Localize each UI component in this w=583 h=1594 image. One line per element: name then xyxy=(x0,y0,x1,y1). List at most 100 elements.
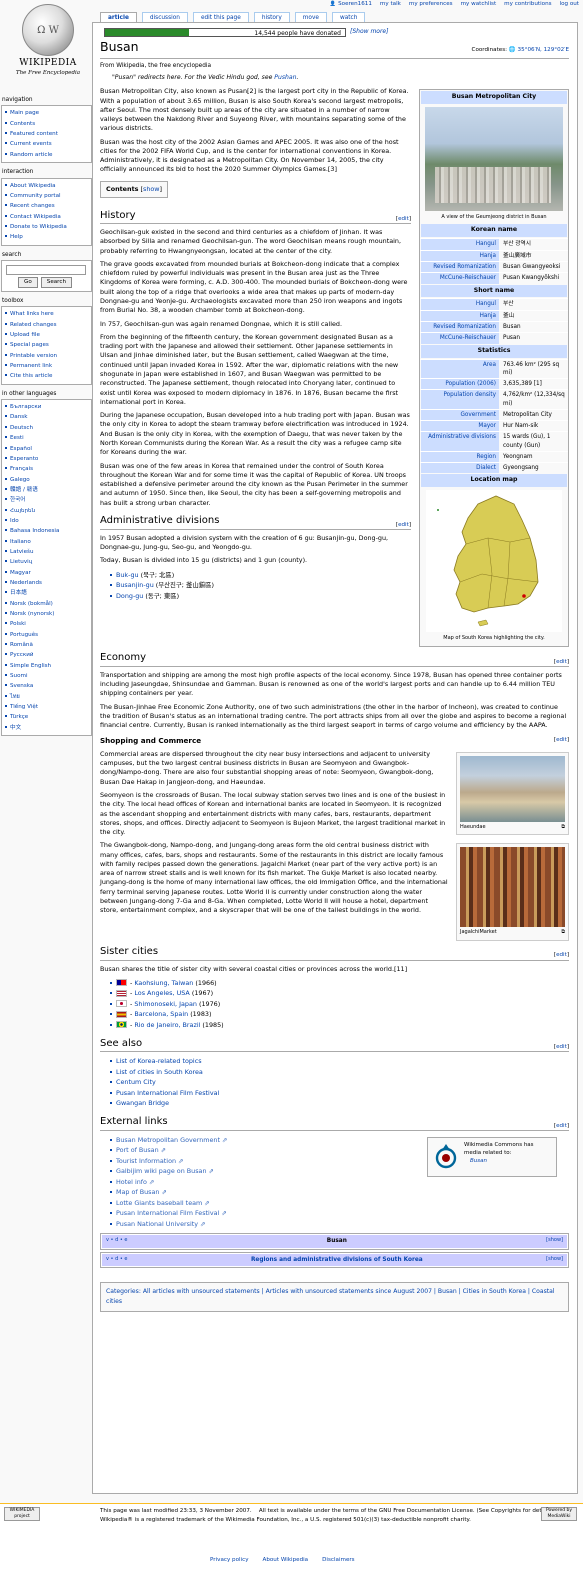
sidebar-item[interactable]: Contact Wikipedia xyxy=(5,212,88,222)
infobox-key[interactable]: Revised Romanization xyxy=(421,261,499,273)
sidebar-item[interactable]: Deutsch xyxy=(5,423,88,433)
sidebar-item[interactable]: Donate to Wikipedia xyxy=(5,222,88,232)
haeundae-thumbnail[interactable]: Haeundae ⧉ xyxy=(456,751,569,836)
external-link[interactable]: Port of Busan xyxy=(116,1146,159,1154)
sidebar-item[interactable]: Suomi xyxy=(5,671,88,681)
sidebar-item[interactable]: Upload file xyxy=(5,330,88,340)
sidebar-item[interactable]: Latviešu xyxy=(5,547,88,557)
sidebar-item[interactable]: Recent changes xyxy=(5,201,88,211)
city-photo[interactable] xyxy=(425,107,563,212)
sidebar-item[interactable]: Русский xyxy=(5,650,88,660)
sidebar-item[interactable]: Svenska xyxy=(5,681,88,691)
wikipedia-logo[interactable]: Ω W WIKIPEDIA The Free Encyclopedia xyxy=(3,2,93,90)
infobox-key[interactable]: McCune-Reischauer xyxy=(421,273,499,284)
infobox-key[interactable]: Population density xyxy=(421,390,499,409)
sidebar-item[interactable]: Türkçe xyxy=(5,712,88,722)
edit-section-link[interactable]: edit xyxy=(554,736,569,746)
sidebar-item[interactable]: Bahasa Indonesia xyxy=(5,526,88,536)
sidebar-item[interactable]: Cite this article xyxy=(5,371,88,381)
see-also-link[interactable]: List of cities in South Korea xyxy=(116,1068,203,1076)
edit-section-link[interactable]: edit xyxy=(554,1122,569,1130)
infobox-key[interactable]: Hangul xyxy=(421,299,499,310)
wikimedia-project-badge[interactable]: WIKIMEDIA project xyxy=(4,1507,40,1521)
sidebar-item[interactable]: 中文 xyxy=(5,723,88,733)
disclaimers-link[interactable]: Disclaimers xyxy=(322,1556,355,1564)
external-link[interactable]: Hotel info xyxy=(116,1178,147,1186)
magnify-icon[interactable]: ⧉ xyxy=(561,929,565,936)
sidebar-item[interactable]: 한국어 xyxy=(5,495,88,505)
district-link[interactable]: Dong-gu xyxy=(116,592,143,600)
jagalchi-photo[interactable] xyxy=(460,847,565,928)
go-button[interactable]: Go xyxy=(18,276,38,288)
see-also-link[interactable]: Gwangan Bridge xyxy=(116,1099,169,1107)
navbox-vde-links[interactable]: v • d • e xyxy=(106,1237,127,1245)
show-more-link[interactable]: [Show more] xyxy=(350,28,388,37)
infobox-key[interactable]: Region xyxy=(421,451,499,463)
city-link[interactable]: Los Angeles, USA xyxy=(134,989,189,997)
sidebar-item[interactable]: Norsk (nynorsk) xyxy=(5,609,88,619)
infobox-key[interactable]: Dialect xyxy=(421,463,499,474)
pushan-link[interactable]: Pushan xyxy=(274,74,296,81)
sidebar-item[interactable]: Help xyxy=(5,232,88,242)
infobox-key[interactable]: Mayor xyxy=(421,421,499,432)
infobox-key[interactable]: Hanja xyxy=(421,310,499,322)
navbox-vde-links[interactable]: v • d • e xyxy=(106,1256,127,1264)
see-also-link[interactable]: Centum City xyxy=(116,1078,156,1086)
sidebar-item[interactable]: Հայերեն xyxy=(5,506,88,516)
sidebar-item[interactable]: Random article xyxy=(5,150,88,160)
search-button[interactable]: Search xyxy=(40,276,72,288)
navbox-title[interactable]: Regions and administrative divisions of … xyxy=(251,1256,423,1264)
sidebar-item[interactable]: Lietuvių xyxy=(5,557,88,567)
category-links[interactable]: Categories: All articles with unsourced … xyxy=(100,1282,569,1312)
edit-section-link[interactable]: edit xyxy=(554,658,569,666)
edit-section-link[interactable]: edit xyxy=(554,951,569,959)
sidebar-item[interactable]: Simple English xyxy=(5,661,88,671)
edit-section-link[interactable]: edit xyxy=(554,1043,569,1051)
sidebar-item[interactable]: What links here xyxy=(5,309,88,319)
sidebar-item[interactable]: Norsk (bokmål) xyxy=(5,599,88,609)
infobox-key[interactable]: McCune-Reischauer xyxy=(421,333,499,344)
district-link[interactable]: Buk-gu xyxy=(116,571,139,579)
sidebar-item[interactable]: ไทย xyxy=(5,692,88,702)
city-link[interactable]: Rio de Janeiro, Brazil xyxy=(134,1021,200,1029)
infobox-key[interactable]: Administrative divisions xyxy=(421,432,499,451)
my-watchlist-link[interactable]: my watchlist xyxy=(461,0,497,9)
sidebar-item[interactable]: Ido xyxy=(5,516,88,526)
sidebar-item[interactable]: Special pages xyxy=(5,340,88,350)
sidebar-item[interactable]: Esperanto xyxy=(5,454,88,464)
coordinates-link[interactable]: 35°06′N, 129°02′E xyxy=(518,47,569,53)
sidebar-item[interactable]: Galego xyxy=(5,475,88,485)
infobox-key[interactable]: Hanja xyxy=(421,250,499,261)
my-preferences-link[interactable]: my preferences xyxy=(409,0,453,9)
tab-watch[interactable]: watch xyxy=(331,12,366,22)
sidebar-item[interactable]: Nederlands xyxy=(5,578,88,588)
sidebar-item[interactable]: Community portal xyxy=(5,191,88,201)
city-link[interactable]: Shimonoseki, Japan xyxy=(134,1000,197,1008)
magnify-icon[interactable]: ⧉ xyxy=(561,824,565,831)
district-link[interactable]: Busanjin-gu xyxy=(116,581,154,589)
external-link[interactable]: Tourist Information xyxy=(116,1157,176,1165)
infobox-key[interactable]: Revised Romanization xyxy=(421,322,499,333)
log-out-link[interactable]: log out xyxy=(560,0,579,9)
infobox-key[interactable]: Area xyxy=(421,359,499,379)
haeundae-photo[interactable] xyxy=(460,755,565,822)
tab-article[interactable]: article xyxy=(100,12,137,22)
sidebar-item[interactable]: Permanent link xyxy=(5,361,88,371)
privacy-policy-link[interactable]: Privacy policy xyxy=(210,1556,249,1564)
sidebar-item[interactable]: Magyar xyxy=(5,568,88,578)
see-also-link[interactable]: List of Korea-related topics xyxy=(116,1057,202,1065)
external-link[interactable]: Galbijim wiki page on Busan xyxy=(116,1167,207,1175)
external-link[interactable]: Map of Busan xyxy=(116,1188,159,1196)
navbox-show-link[interactable]: [show] xyxy=(546,1237,563,1245)
sidebar-item[interactable]: Main page xyxy=(5,108,88,118)
sidebar-item[interactable]: Contents xyxy=(5,119,88,129)
sidebar-item[interactable]: Printable version xyxy=(5,351,88,361)
sidebar-item[interactable]: 日本語 xyxy=(5,588,88,598)
sidebar-item[interactable]: Polski xyxy=(5,619,88,629)
tab-edit[interactable]: edit this page xyxy=(192,12,249,22)
edit-section-link[interactable]: edit xyxy=(396,521,411,529)
tab-move[interactable]: move xyxy=(294,12,327,22)
tab-discussion[interactable]: discussion xyxy=(141,12,188,22)
external-link[interactable]: Lotte Giants baseball team xyxy=(116,1199,202,1207)
edit-section-link[interactable]: edit xyxy=(396,215,411,223)
